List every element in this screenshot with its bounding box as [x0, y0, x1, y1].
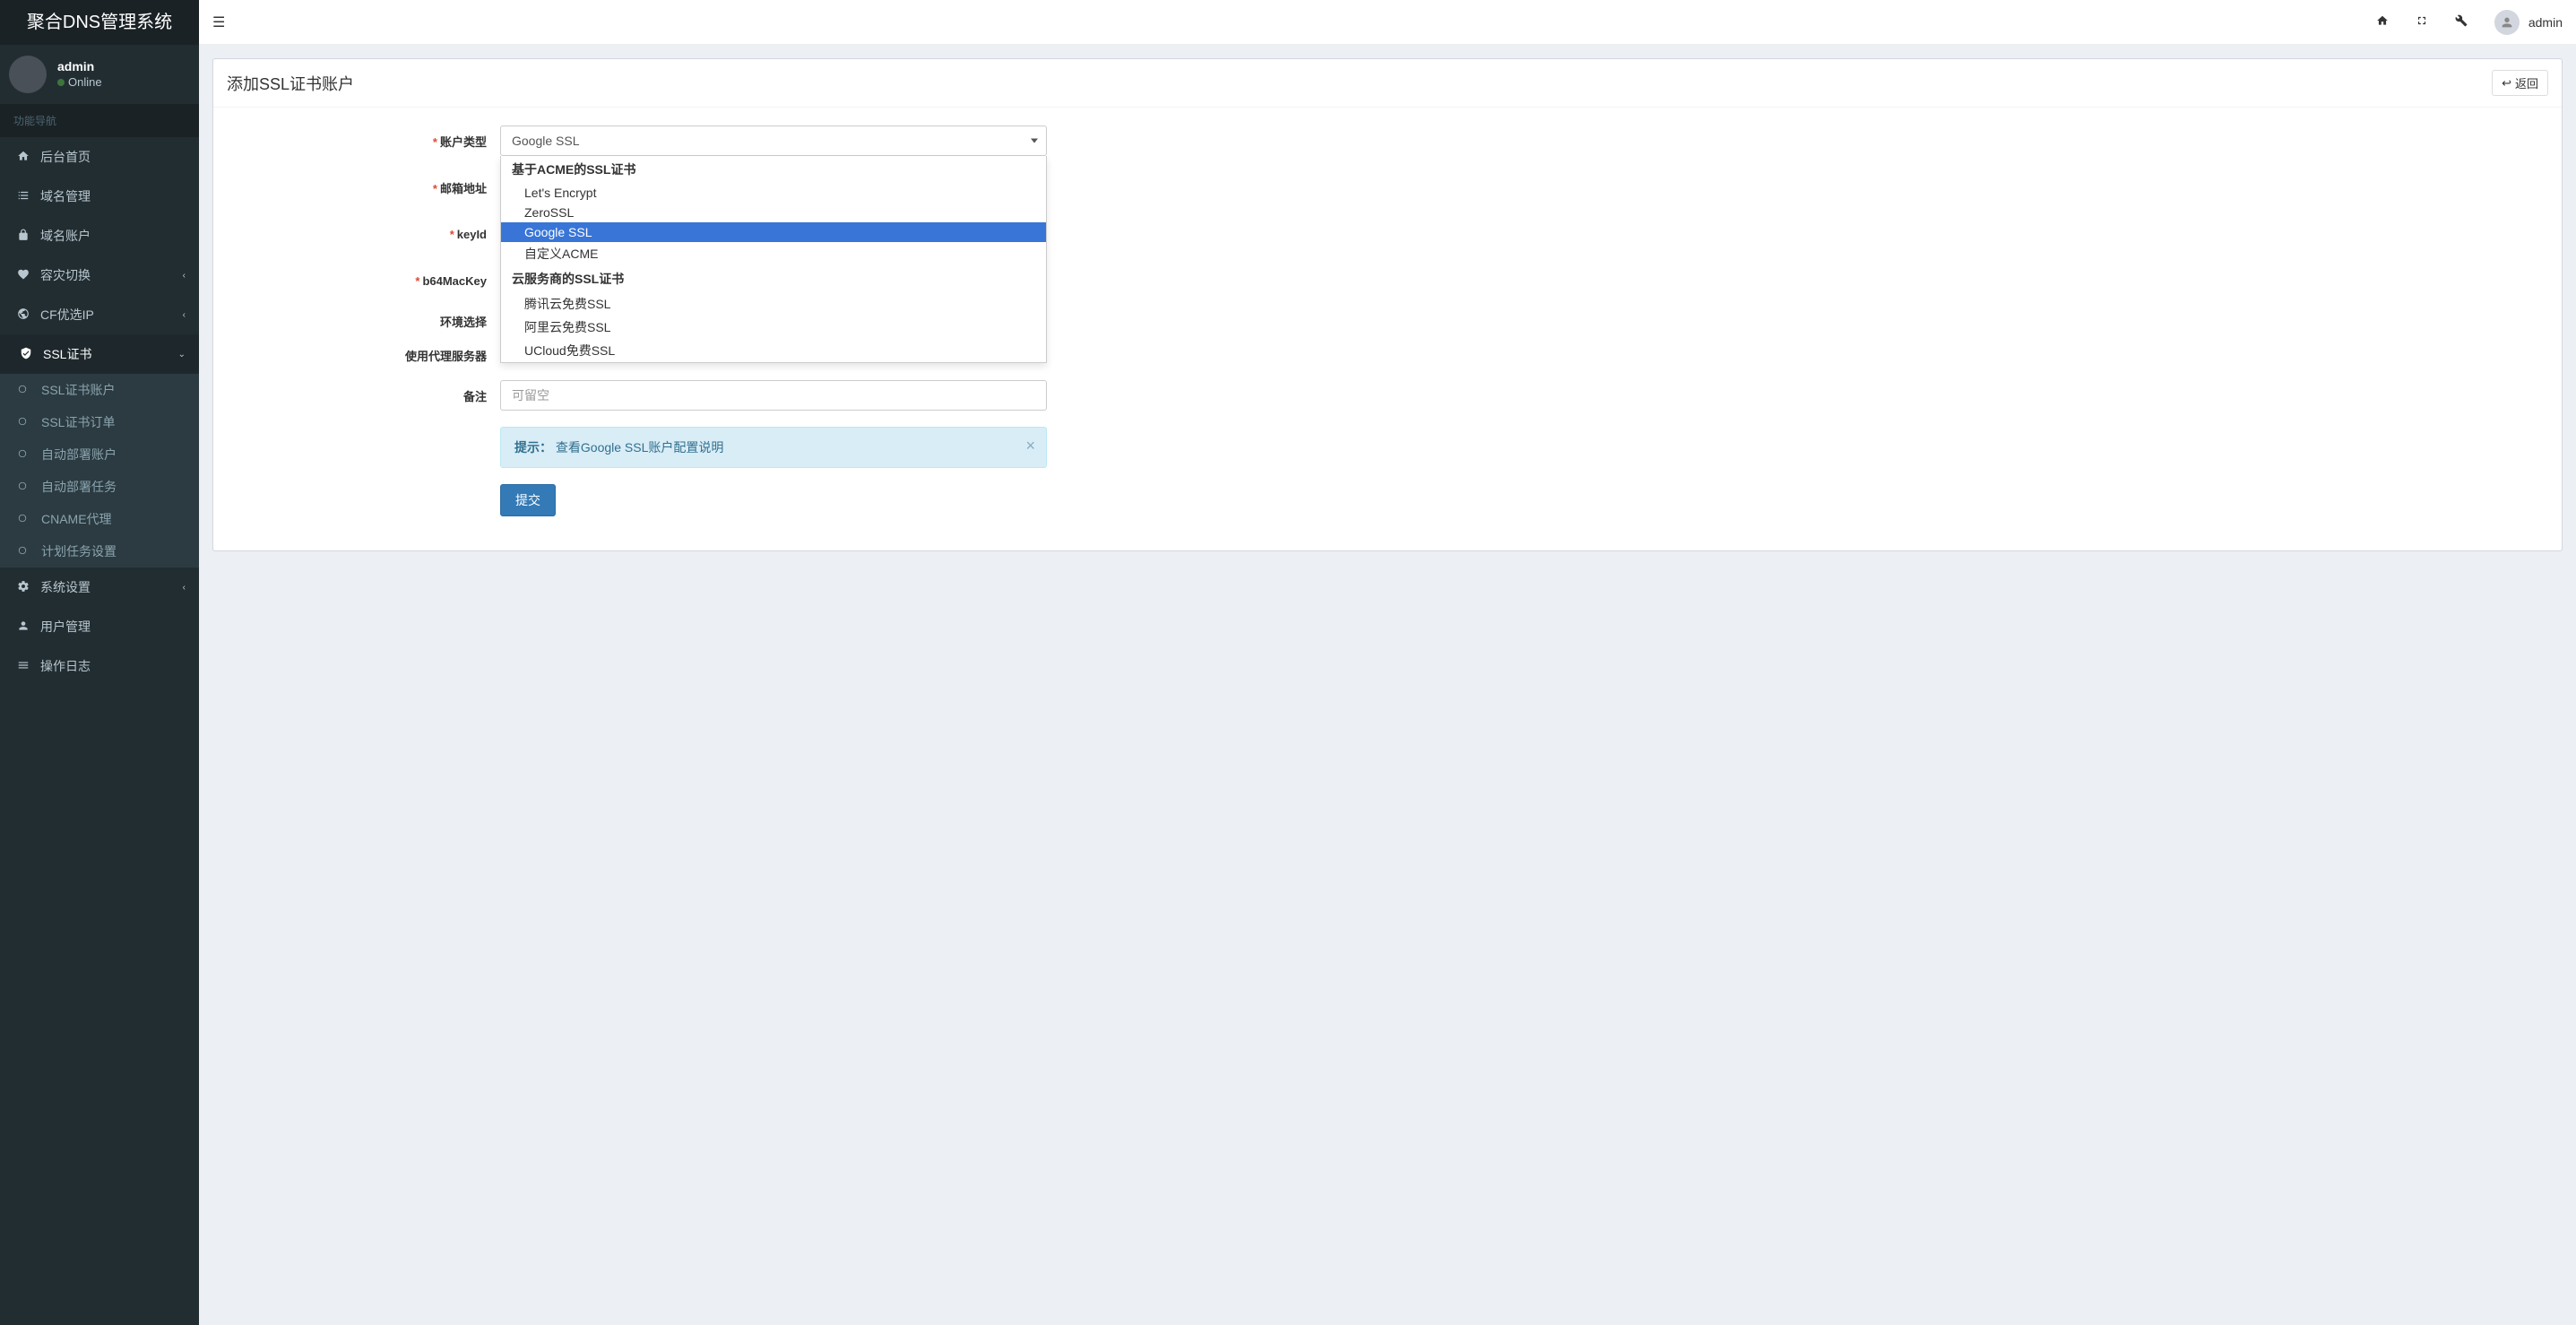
app-logo[interactable]: 聚合DNS管理系统: [0, 0, 199, 45]
lock-icon: [13, 229, 33, 244]
cogs-icon: [13, 580, 33, 595]
circle-icon: [18, 513, 34, 525]
chevron-down-icon: ⌄: [178, 350, 186, 359]
account-type-dropdown: 基于ACME的SSL证书Let's EncryptZeroSSLGoogle S…: [500, 156, 1047, 363]
sidebar-item-8[interactable]: 操作日志: [0, 646, 199, 686]
dropdown-option[interactable]: 阿里云免费SSL: [501, 316, 1046, 339]
sidebar-item-7[interactable]: 用户管理: [0, 607, 199, 646]
form-box: 添加SSL证书账户 ↩ 返回 *账户类型 Googl: [212, 58, 2563, 551]
sidebar-item-6[interactable]: 系统设置‹: [0, 567, 199, 607]
circle-icon: [18, 448, 34, 461]
account-type-select[interactable]: Google SSL: [500, 126, 1047, 156]
label-account-type: *账户类型: [231, 133, 500, 150]
sidebar: 聚合DNS管理系统 admin Online 功能导航 后台首页域名管理域名账户…: [0, 0, 199, 1325]
user-name: admin: [57, 58, 102, 74]
chevron-left-icon: ‹: [183, 271, 186, 281]
remark-input[interactable]: [500, 380, 1047, 411]
circle-icon: [18, 481, 34, 493]
label-proxy: 使用代理服务器: [231, 347, 500, 364]
dropdown-option[interactable]: UCloud免费SSL: [501, 339, 1046, 362]
sidebar-subitem-5-1[interactable]: SSL证书订单: [0, 406, 199, 438]
page-title: 添加SSL证书账户: [227, 72, 354, 95]
user-icon: [13, 619, 33, 635]
label-remark: 备注: [231, 387, 500, 404]
sidebar-subitem-5-4[interactable]: CNAME代理: [0, 503, 199, 535]
wrench-icon[interactable]: [2455, 14, 2468, 30]
close-alert-icon[interactable]: ×: [1025, 437, 1035, 455]
label-email: *邮箱地址: [231, 179, 500, 196]
sidebar-item-2[interactable]: 域名账户: [0, 216, 199, 255]
user-panel: admin Online: [0, 45, 199, 104]
sidebar-item-5[interactable]: SSL证书⌄: [0, 334, 199, 374]
heartbeat-icon: [13, 268, 33, 283]
back-arrow-icon: ↩: [2502, 76, 2511, 91]
globe-icon: [13, 307, 33, 323]
hint-alert: 提示： 查看Google SSL账户配置说明 ×: [500, 427, 1047, 468]
label-b64mackey: *b64MacKey: [231, 274, 500, 288]
sidebar-subitem-5-2[interactable]: 自动部署账户: [0, 438, 199, 471]
dropdown-option[interactable]: 腾讯云免费SSL: [501, 292, 1046, 316]
dropdown-group-label: 基于ACME的SSL证书: [501, 156, 1046, 183]
avatar: [9, 56, 47, 93]
user-menu[interactable]: admin: [2494, 10, 2563, 35]
toggle-sidebar-button[interactable]: ☰: [212, 13, 225, 31]
sidebar-header: 功能导航: [0, 104, 199, 137]
shield-icon: [16, 347, 36, 362]
chevron-left-icon: ‹: [183, 310, 186, 320]
bars-icon: [13, 659, 33, 674]
user-avatar-small: [2494, 10, 2520, 35]
list-icon: [13, 189, 33, 204]
circle-icon: [18, 416, 34, 429]
submit-button[interactable]: 提交: [500, 484, 556, 516]
sidebar-subitem-5-3[interactable]: 自动部署任务: [0, 471, 199, 503]
home-icon[interactable]: [2376, 14, 2389, 30]
circle-icon: [18, 545, 34, 558]
chevron-left-icon: ‹: [183, 583, 186, 593]
sidebar-item-1[interactable]: 域名管理: [0, 177, 199, 216]
dropdown-option[interactable]: ZeroSSL: [501, 203, 1046, 222]
sidebar-item-3[interactable]: 容灾切换‹: [0, 255, 199, 295]
sidebar-item-0[interactable]: 后台首页: [0, 137, 199, 177]
label-env: 环境选择: [231, 313, 500, 330]
dropdown-option[interactable]: Let's Encrypt: [501, 183, 1046, 203]
sidebar-item-4[interactable]: CF优选IP‹: [0, 295, 199, 334]
back-button[interactable]: ↩ 返回: [2492, 70, 2548, 96]
top-bar: ☰ admin: [199, 0, 2576, 45]
dropdown-option[interactable]: 自定义ACME: [501, 242, 1046, 265]
fullscreen-icon[interactable]: [2416, 14, 2428, 30]
dropdown-group-label: 云服务商的SSL证书: [501, 265, 1046, 292]
dropdown-option[interactable]: Google SSL: [501, 222, 1046, 242]
label-keyid: *keyId: [231, 228, 500, 241]
header-username: admin: [2528, 15, 2563, 30]
sidebar-subitem-5-5[interactable]: 计划任务设置: [0, 535, 199, 567]
sidebar-subitem-5-0[interactable]: SSL证书账户: [0, 374, 199, 406]
hint-link[interactable]: 查看Google SSL账户配置说明: [556, 440, 724, 455]
circle-icon: [18, 384, 34, 396]
home-icon: [13, 150, 33, 165]
user-status: Online: [57, 75, 102, 91]
